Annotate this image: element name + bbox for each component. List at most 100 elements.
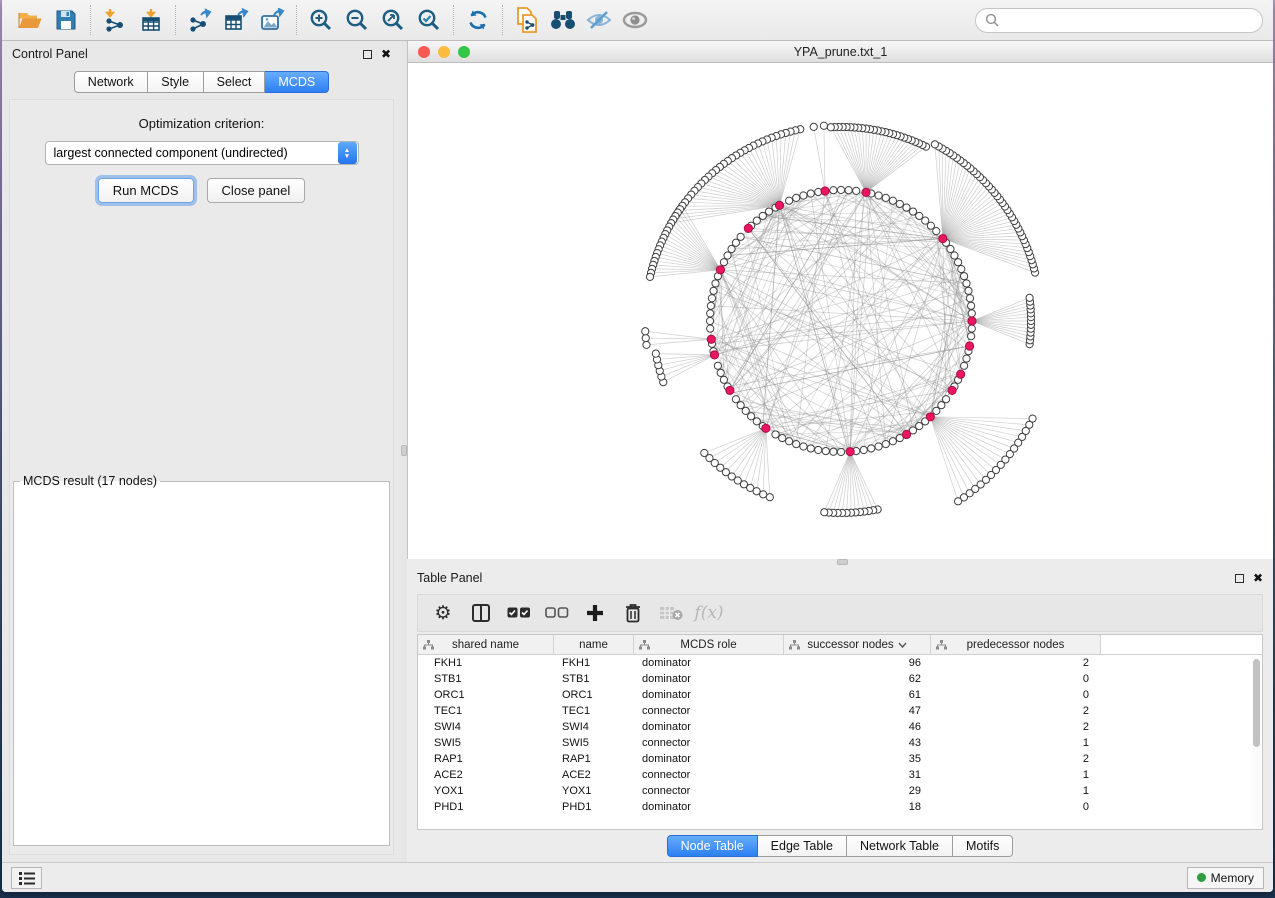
tab-select[interactable]: Select bbox=[204, 71, 266, 93]
mcds-hub-node[interactable] bbox=[948, 386, 956, 394]
graph-node[interactable] bbox=[966, 295, 973, 302]
graph-node[interactable] bbox=[732, 396, 739, 403]
graph-node[interactable] bbox=[807, 190, 814, 197]
table-row[interactable]: TEC1TEC1connector472 bbox=[418, 703, 1262, 719]
graph-node[interactable] bbox=[728, 245, 735, 252]
splitter-grip[interactable] bbox=[401, 445, 407, 456]
column-header-name[interactable]: name bbox=[554, 635, 634, 654]
graph-node[interactable] bbox=[942, 396, 949, 403]
network-window-titlebar[interactable]: YPA_prune.txt_1 bbox=[408, 41, 1273, 63]
network-search-field[interactable] bbox=[975, 8, 1263, 33]
tab-mcds[interactable]: MCDS bbox=[265, 71, 329, 93]
deselect-all-button[interactable] bbox=[540, 598, 574, 628]
export-table-button[interactable] bbox=[218, 4, 254, 36]
graph-node[interactable] bbox=[931, 141, 938, 148]
mcds-hub-node[interactable] bbox=[775, 201, 783, 209]
graph-node[interactable] bbox=[968, 310, 975, 317]
graph-node[interactable] bbox=[810, 123, 817, 130]
graph-node[interactable] bbox=[827, 124, 834, 131]
graph-node[interactable] bbox=[947, 245, 954, 252]
graph-node[interactable] bbox=[732, 239, 739, 246]
mcds-hub-node[interactable] bbox=[716, 266, 724, 274]
graph-node[interactable] bbox=[1026, 294, 1033, 301]
graph-node[interactable] bbox=[951, 252, 958, 259]
mcds-result-list[interactable]: PHD1CAR1STP4TID3YOX1SWI4SRD1PMA2FKH1ACE2… bbox=[15, 490, 379, 494]
mcds-hub-node[interactable] bbox=[744, 224, 752, 232]
delete-button[interactable] bbox=[616, 598, 650, 628]
graph-node[interactable] bbox=[896, 200, 903, 207]
column-header-successor-nodes[interactable]: successor nodes bbox=[784, 635, 931, 654]
close-panel-button[interactable]: Close panel bbox=[207, 178, 306, 203]
column-settings-button[interactable]: ⚙ bbox=[426, 598, 460, 628]
run-mcds-button[interactable]: Run MCDS bbox=[98, 178, 194, 203]
optimization-criterion-select[interactable]: largest connected component (undirected)… bbox=[45, 141, 359, 165]
close-panel-icon[interactable]: ✖ bbox=[1253, 573, 1263, 583]
graph-node[interactable] bbox=[707, 310, 714, 317]
mcds-hub-node[interactable] bbox=[939, 234, 947, 242]
graph-node[interactable] bbox=[642, 334, 649, 341]
network-canvas[interactable] bbox=[408, 63, 1273, 559]
graph-node[interactable] bbox=[720, 259, 727, 266]
graph-node[interactable] bbox=[830, 448, 837, 455]
table-row[interactable]: STB1STB1dominator620 bbox=[418, 671, 1262, 687]
mcds-hub-node[interactable] bbox=[821, 187, 829, 195]
mcds-hub-node[interactable] bbox=[762, 424, 770, 432]
graph-node[interactable] bbox=[800, 192, 807, 199]
memory-button[interactable]: Memory bbox=[1187, 867, 1264, 889]
graph-node[interactable] bbox=[889, 438, 896, 445]
table-row[interactable]: SWI4SWI4dominator462 bbox=[418, 719, 1262, 735]
graph-node[interactable] bbox=[800, 443, 807, 450]
graph-node[interactable] bbox=[724, 252, 731, 259]
graph-node[interactable] bbox=[868, 445, 875, 452]
graph-node[interactable] bbox=[643, 341, 650, 348]
zoom-out-button[interactable] bbox=[339, 4, 375, 36]
mcds-hub-node[interactable] bbox=[862, 188, 870, 196]
graph-node[interactable] bbox=[968, 302, 975, 309]
graph-node[interactable] bbox=[737, 233, 744, 240]
mcds-hub-node[interactable] bbox=[968, 317, 976, 325]
add-button[interactable] bbox=[578, 598, 612, 628]
graph-node[interactable] bbox=[938, 402, 945, 409]
graph-node[interactable] bbox=[820, 122, 827, 129]
graph-node[interactable] bbox=[916, 422, 923, 429]
mcds-hub-node[interactable] bbox=[957, 370, 965, 378]
graph-node[interactable] bbox=[707, 302, 714, 309]
mcds-hub-node[interactable] bbox=[965, 342, 973, 350]
table-scrollbar[interactable] bbox=[1252, 656, 1261, 827]
float-panel-icon[interactable] bbox=[363, 50, 372, 59]
graph-node[interactable] bbox=[765, 208, 772, 215]
table-row[interactable]: FKH1FKH1dominator962 bbox=[418, 655, 1262, 671]
import-table-button[interactable] bbox=[133, 4, 169, 36]
graph-node[interactable] bbox=[642, 328, 649, 335]
graph-node[interactable] bbox=[772, 431, 779, 438]
mcds-hub-node[interactable] bbox=[710, 351, 718, 359]
graph-node[interactable] bbox=[793, 440, 800, 447]
graph-node[interactable] bbox=[845, 187, 852, 194]
graph-node[interactable] bbox=[815, 446, 822, 453]
tab-network[interactable]: Network bbox=[74, 71, 148, 93]
graph-node[interactable] bbox=[875, 443, 882, 450]
select-all-button[interactable] bbox=[502, 598, 536, 628]
graph-node[interactable] bbox=[786, 197, 793, 204]
graph-node[interactable] bbox=[968, 325, 975, 332]
apply-function-button[interactable]: f(x) bbox=[692, 598, 726, 628]
column-header-MCDS-role[interactable]: MCDS role bbox=[634, 635, 784, 654]
graph-node[interactable] bbox=[837, 186, 844, 193]
import-network-button[interactable] bbox=[97, 4, 133, 36]
graph-node[interactable] bbox=[720, 376, 727, 383]
graph-node[interactable] bbox=[922, 217, 929, 224]
graph-node[interactable] bbox=[963, 355, 970, 362]
zoom-selected-button[interactable] bbox=[411, 4, 447, 36]
search-input[interactable] bbox=[1004, 13, 1253, 27]
save-session-button[interactable] bbox=[48, 4, 84, 36]
graph-node[interactable] bbox=[807, 445, 814, 452]
graph-node[interactable] bbox=[958, 266, 965, 273]
clone-network-button[interactable] bbox=[509, 4, 545, 36]
close-panel-icon[interactable]: ✖ bbox=[381, 49, 391, 59]
show-task-history-button[interactable] bbox=[11, 867, 42, 889]
graph-node[interactable] bbox=[954, 498, 961, 505]
vertical-splitter[interactable] bbox=[401, 41, 407, 862]
float-panel-icon[interactable] bbox=[1235, 574, 1244, 583]
graph-node[interactable] bbox=[779, 434, 786, 441]
graph-node[interactable] bbox=[786, 438, 793, 445]
